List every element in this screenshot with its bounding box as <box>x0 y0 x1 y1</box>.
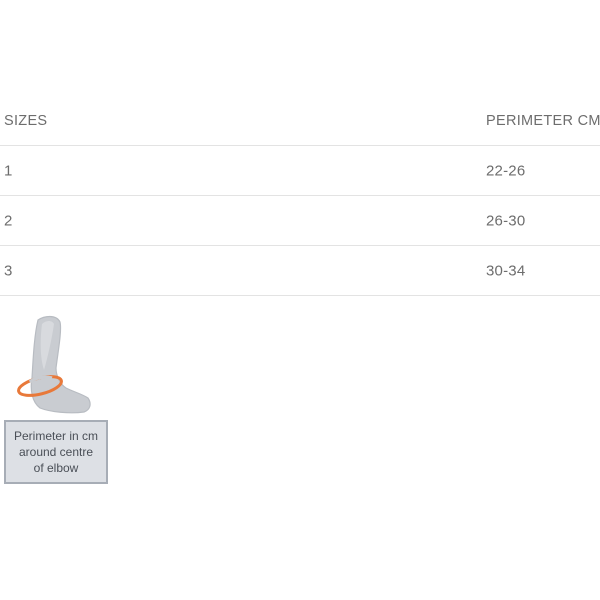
arm-shape <box>30 315 91 414</box>
table-header-row: SIZES PERIMETER CM <box>0 96 600 146</box>
caption-line: Perimeter in cm <box>13 429 99 443</box>
table-row: 1 22-26 <box>0 146 600 196</box>
table-row: 3 30-34 <box>0 246 600 296</box>
size-cell: 1 <box>4 162 13 179</box>
size-cell: 2 <box>4 212 13 229</box>
sizes-column-header: SIZES <box>4 112 48 129</box>
table-row: 2 26-30 <box>0 196 600 246</box>
size-table: SIZES PERIMETER CM 1 22-26 2 26-30 3 30-… <box>0 96 600 296</box>
caption-line: of elbow <box>33 461 79 475</box>
elbow-arm-icon <box>17 315 91 414</box>
measurement-caption: Perimeter in cm around centre of elbow <box>4 420 108 484</box>
caption-line: around centre <box>18 445 94 459</box>
perimeter-cell: 22-26 <box>486 162 526 179</box>
measurement-figure: Perimeter in cm around centre of elbow <box>4 312 108 484</box>
size-cell: 3 <box>4 262 13 279</box>
perimeter-cell: 30-34 <box>486 262 526 279</box>
perimeter-cell: 26-30 <box>486 212 526 229</box>
perimeter-column-header: PERIMETER CM <box>486 112 600 129</box>
